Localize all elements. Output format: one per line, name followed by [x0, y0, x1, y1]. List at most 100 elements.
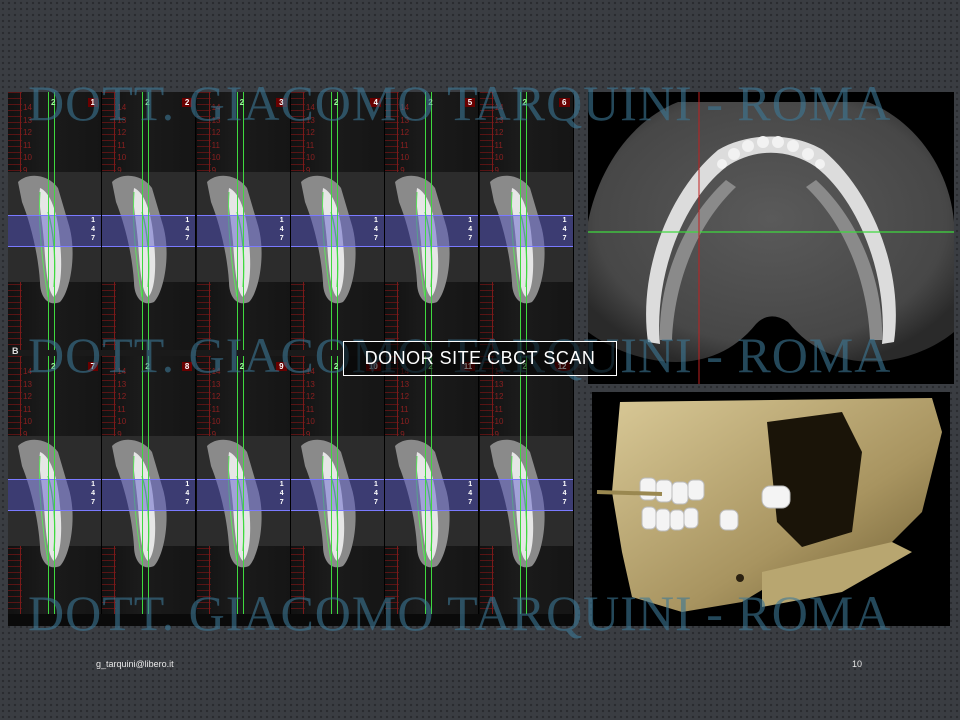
guide-line [236, 356, 238, 614]
guide-line [525, 356, 527, 614]
guide-line [242, 356, 244, 614]
cbct-slice: 141312111098765432114725 [385, 92, 480, 350]
band-label: 1 [185, 481, 190, 488]
band-label: 7 [91, 499, 95, 506]
page-number: 10 [852, 659, 863, 669]
guide-line [519, 356, 521, 614]
band-label: 7 [279, 235, 284, 242]
3d-skull-image [596, 398, 942, 612]
band-label: 1 [373, 481, 378, 488]
band-label: 1 [279, 481, 284, 488]
footer-email: g_tarquini@libero.it [96, 659, 174, 669]
green-marker: 2 [522, 98, 527, 107]
band-labels: 1 4 7 [185, 216, 189, 243]
guide-line [242, 92, 244, 350]
slice-number: 5 [464, 98, 476, 107]
guide-line [336, 92, 338, 350]
band-label: 1 [373, 217, 378, 224]
band-label: 4 [373, 226, 378, 233]
band-label: 1 [468, 481, 473, 488]
donor-site-label: DONOR SITE CBCT SCAN [343, 341, 617, 376]
slice-number: 3 [276, 98, 287, 107]
band-label: 4 [468, 226, 473, 233]
green-marker: 2 [145, 362, 150, 371]
guide-line [525, 92, 527, 350]
band-labels: 1 4 7 [563, 480, 567, 507]
band-label: 4 [468, 490, 473, 497]
band-label: 4 [185, 226, 190, 233]
band-label: 4 [562, 490, 567, 497]
guide-line [148, 356, 150, 614]
cbct-slice: 141312111098765432114726 [479, 92, 574, 350]
band-labels: 1 4 7 [468, 480, 472, 507]
guide-line [54, 356, 55, 614]
cbct-slice: 141312111098765432114727 [8, 356, 102, 614]
green-marker: 2 [51, 98, 56, 107]
slide: 1413121110987654321147211413121110987654… [0, 0, 960, 720]
band-labels: 1 4 7 [374, 480, 378, 507]
axial-ct-image [588, 92, 954, 384]
band-labels: 1 4 7 [185, 480, 189, 507]
green-marker: 2 [333, 98, 339, 107]
band-labels: 1 4 7 [468, 216, 472, 243]
cbct-slice: 141312111098765432114722 [102, 92, 197, 350]
guide-line [336, 356, 338, 614]
guide-line [48, 92, 49, 350]
cbct-slice: 141312111098765432114724 [290, 92, 385, 350]
row-letter: B [12, 346, 19, 356]
green-marker: 2 [333, 362, 339, 371]
guide-line [330, 92, 332, 350]
cbct-slice: 1413121110987654321147210 [290, 356, 385, 614]
guide-line [142, 92, 144, 350]
band-labels: 1 4 7 [91, 216, 95, 243]
band-label: 4 [373, 490, 378, 497]
band-labels: 1 4 7 [374, 216, 378, 243]
slice-number: 7 [87, 362, 98, 371]
band-label: 7 [185, 499, 190, 506]
band-label: 7 [562, 235, 567, 242]
guide-line [54, 92, 55, 350]
band-label: 7 [562, 499, 567, 506]
band-label: 4 [91, 490, 95, 497]
slice-number: 2 [181, 98, 193, 107]
band-label: 1 [91, 217, 95, 224]
3d-skull-render [592, 392, 950, 626]
band-label: 7 [279, 499, 284, 506]
band-label: 4 [279, 226, 284, 233]
axial-ct-view [588, 92, 954, 384]
band-label: 1 [468, 217, 473, 224]
band-label: 4 [185, 490, 190, 497]
band-label: 7 [468, 499, 473, 506]
slice-number: 4 [370, 98, 381, 107]
cbct-slice: 1413121110987654321147211 [385, 356, 480, 614]
cbct-slice: 141312111098765432114728 [102, 356, 197, 614]
guide-line [236, 92, 238, 350]
band-label: 4 [279, 490, 284, 497]
guide-line [142, 356, 144, 614]
green-marker: 2 [428, 98, 433, 107]
green-marker: 2 [239, 362, 245, 371]
slice-number: 6 [559, 98, 570, 107]
cross-section-row-top: 1413121110987654321147211413121110987654… [8, 92, 574, 350]
cbct-slice: 141312111098765432114721 [8, 92, 102, 350]
guide-line [48, 356, 49, 614]
band-labels: 1 4 7 [563, 216, 567, 243]
guide-line [425, 92, 427, 350]
band-label: 1 [562, 217, 567, 224]
band-label: 1 [185, 217, 190, 224]
guide-line [519, 92, 521, 350]
band-labels: 1 4 7 [91, 480, 95, 507]
band-label: 7 [468, 235, 473, 242]
guide-line [431, 356, 433, 614]
cbct-slice: 1413121110987654321147212 [479, 356, 574, 614]
band-labels: 1 4 7 [280, 216, 284, 243]
band-label: 1 [91, 481, 95, 488]
slice-number: 1 [87, 98, 98, 107]
cbct-slice: 141312111098765432114729 [196, 356, 291, 614]
cbct-slice: 141312111098765432114723 [196, 92, 291, 350]
guide-line [425, 356, 427, 614]
green-marker: 2 [145, 98, 150, 107]
band-label: 7 [373, 235, 378, 242]
cross-section-row-bottom: B 14131211109876543211472714131211109876… [8, 346, 574, 614]
band-labels: 1 4 7 [280, 480, 284, 507]
